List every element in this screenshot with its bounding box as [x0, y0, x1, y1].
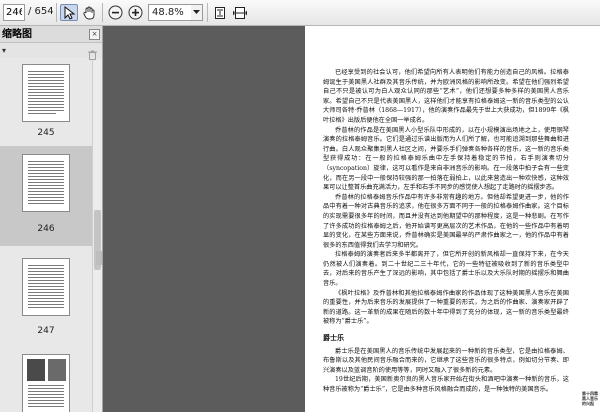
panel-title: 缩略图 — [0, 26, 102, 43]
page-number-input[interactable] — [3, 4, 25, 21]
page-body-text: 已经享受到的社会认可，他们希望向所有人表明他们有能力创造自己的风格。拉格泰姆诞生… — [323, 68, 569, 395]
paragraph: 乔普林的拉格泰姆音乐作品中有许多非常有趣的地方。但他却希望更进一步，他的作品中有… — [323, 193, 569, 249]
thumbnail-page[interactable]: 245 — [0, 60, 92, 158]
thumbnail-label: 246 — [37, 224, 55, 234]
paragraph: 爵士乐是在美国黑人的音乐传统中发展起来的一种新的音乐类型，它是由拉格泰姆、布鲁斯… — [323, 347, 569, 374]
paragraph: 《枫叶拉格》及乔普林和其他拉格泰姆作曲家的作品体现了这种美国黑人音乐在美国的重要… — [323, 289, 569, 326]
document-page: 已经享受到的社会认可，他们希望向所有人表明他们有能力创造自己的风格。拉格泰姆诞生… — [305, 26, 600, 412]
options-dropdown-icon[interactable]: ▾ — [2, 46, 6, 55]
section-heading: 爵士乐 — [323, 333, 344, 343]
thumbnail-label: 245 — [37, 128, 55, 138]
zoom-level-field[interactable]: 48.8% — [148, 4, 192, 21]
thumbnail-label: 247 — [37, 326, 55, 336]
thumbnail-page-selected[interactable]: 246 — [0, 146, 92, 246]
panel-resize-handle[interactable] — [96, 251, 102, 265]
thumbnail-page[interactable]: 247 — [0, 252, 92, 348]
toolbar-divider — [102, 3, 103, 22]
hand-tool-icon[interactable] — [80, 4, 98, 21]
paragraph: 拉格泰姆的演奏者后来多半都离开了，但它所开创的新风格却一直保持下来，在今天仍然被… — [323, 251, 569, 288]
page-thumbnail-image — [22, 354, 70, 412]
select-tool-icon[interactable] — [60, 4, 78, 21]
zoom-dropdown-button[interactable] — [191, 4, 203, 21]
document-view[interactable]: 已经享受到的社会认可，他们希望向所有人表明他们有能力创造自己的风格。拉格泰姆诞生… — [103, 26, 600, 412]
toolbar: / 654 48.8% — [0, 0, 600, 26]
thumbnails-scrollbar[interactable] — [92, 60, 102, 412]
paragraph: 乔普林的作品是在美国黑人小型乐队中形成的，以在小规模演出场地之上，使用钢琴演奏的… — [323, 126, 569, 192]
chevron-down-icon — [193, 10, 200, 14]
paragraph: 19世纪后期，美国新奥尔良的黑人音乐家开始在街头和酒吧中演奏一种新的音乐，这种音… — [323, 376, 569, 393]
zoom-in-icon[interactable] — [126, 4, 144, 21]
toolbar-divider — [56, 3, 57, 22]
photo-image — [48, 359, 66, 381]
page-thumbnail-image — [22, 64, 70, 122]
thumbnail-options-bar: ▾ — [0, 43, 102, 60]
page-thumbnail-image — [22, 258, 70, 316]
close-icon[interactable]: × — [89, 29, 100, 40]
toolbar-divider — [207, 3, 208, 22]
photo-image — [27, 359, 45, 381]
thumbnail-list: 245 246 247 — [0, 60, 92, 412]
thumbnails-panel: 缩略图 × ▾ 245 246 247 — [0, 26, 103, 412]
thumbnail-page[interactable] — [0, 352, 92, 412]
fit-width-icon[interactable] — [231, 4, 249, 21]
zoom-out-icon[interactable] — [106, 4, 124, 21]
page-thumbnail-image — [22, 154, 70, 212]
side-note: 第十四章 黑人音乐的兴起 — [582, 391, 598, 406]
page-total: / 654 — [28, 6, 54, 17]
fit-page-icon[interactable] — [211, 4, 229, 21]
paragraph: 已经享受到的社会认可，他们希望向所有人表明他们有能力创造自己的风格。拉格泰姆诞生… — [323, 69, 569, 124]
